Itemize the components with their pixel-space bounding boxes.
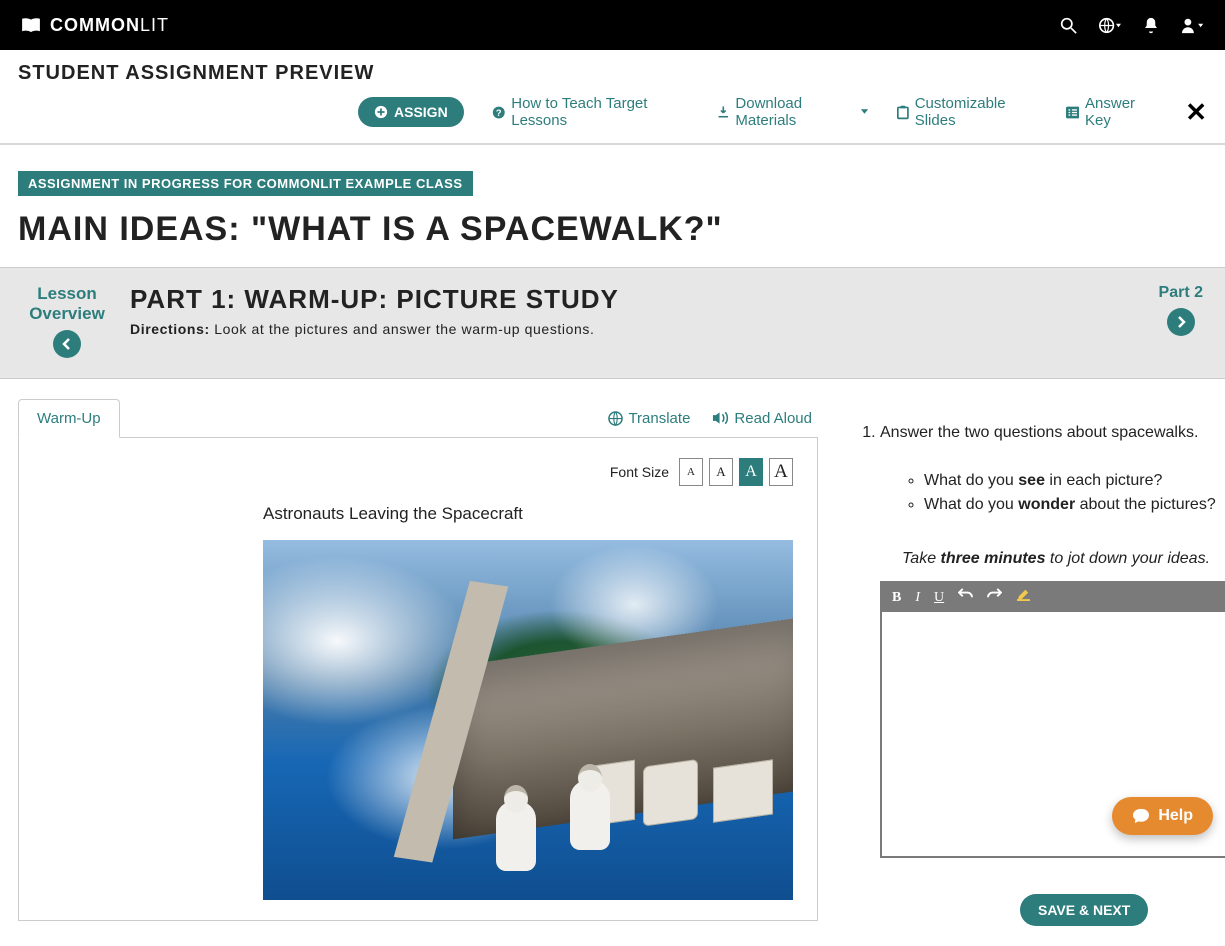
font-size-control: Font Size A A A A (43, 458, 793, 486)
assign-button[interactable]: ASSIGN (358, 97, 464, 127)
question-bullet: What do you wonder about the pictures? (924, 493, 1225, 517)
how-to-link[interactable]: ? How to Teach Target Lessons (492, 95, 689, 129)
highlight-button[interactable] (1016, 587, 1031, 608)
question-item: Answer the two questions about spacewalk… (880, 421, 1225, 926)
undo-icon (958, 587, 973, 600)
bell-icon[interactable] (1143, 17, 1159, 34)
italic-button[interactable]: I (915, 587, 920, 608)
tab-row: Warm-Up Translate Read Aloud (18, 399, 818, 438)
redo-icon (987, 587, 1002, 600)
redo-button[interactable] (987, 587, 1002, 608)
assignment-title: MAIN IDEAS: "WHAT IS A SPACEWALK?" (0, 206, 1225, 267)
svg-text:?: ? (496, 107, 502, 117)
content-area: Warm-Up Translate Read Aloud Font Size A… (0, 379, 1225, 946)
tab-warmup[interactable]: Warm-Up (18, 399, 120, 438)
reading-column: Warm-Up Translate Read Aloud Font Size A… (18, 379, 818, 926)
close-icon[interactable]: ✕ (1185, 97, 1207, 128)
question-column: Answer the two questions about spacewalk… (858, 379, 1225, 926)
globe-icon[interactable] (1099, 17, 1121, 34)
underline-button[interactable]: U (934, 587, 944, 608)
search-icon[interactable] (1060, 17, 1077, 34)
prev-circle-button[interactable] (53, 330, 81, 358)
chevron-left-icon (62, 338, 72, 350)
next-part-nav[interactable]: Part 2 (1159, 284, 1203, 336)
warmup-image (263, 540, 793, 900)
help-button[interactable]: Help (1112, 797, 1213, 835)
answer-key-link[interactable]: Answer Key (1066, 95, 1158, 129)
download-link[interactable]: Download Materials (717, 95, 869, 129)
top-bar: COMMONLIT (0, 0, 1225, 50)
save-next-button[interactable]: SAVE & NEXT (1020, 894, 1148, 926)
editor-toolbar: B I U (882, 583, 1225, 612)
help-label: Help (1158, 807, 1193, 825)
chat-icon (1132, 808, 1150, 824)
assign-label: ASSIGN (394, 104, 448, 120)
part-heading: PART 1: WARM-UP: PICTURE STUDY Direction… (112, 284, 1159, 337)
reading-tools: Translate Read Aloud (608, 410, 818, 427)
reading-pane: Font Size A A A A Astronauts Leaving the… (18, 438, 818, 921)
clipboard-icon (897, 105, 909, 120)
preview-title: STUDENT ASSIGNMENT PREVIEW (0, 50, 1225, 85)
download-icon (717, 105, 730, 119)
top-icon-group (1060, 17, 1205, 34)
question-bullet: What do you see in each picture? (924, 469, 1225, 493)
globe-icon (608, 411, 623, 426)
question-sublist: What do you see in each picture? What do… (880, 469, 1225, 517)
brand-logo[interactable]: COMMONLIT (20, 15, 169, 36)
user-menu-icon[interactable] (1181, 17, 1205, 34)
question-circle-icon: ? (492, 105, 506, 120)
font-size-label: Font Size (610, 464, 669, 480)
part-directions: Directions: Look at the pictures and ans… (130, 321, 1141, 337)
brand-text: COMMONLIT (50, 15, 169, 36)
font-size-lg[interactable]: A (769, 458, 793, 486)
progress-banner: ASSIGNMENT IN PROGRESS FOR COMMONLIT EXA… (18, 171, 1207, 196)
progress-badge: ASSIGNMENT IN PROGRESS FOR COMMONLIT EXA… (18, 171, 473, 196)
question-block: Answer the two questions about spacewalk… (858, 421, 1225, 926)
highlighter-icon (1016, 587, 1031, 601)
preview-toolbar: ASSIGN ? How to Teach Target Lessons Dow… (0, 85, 1225, 145)
question-list: Answer the two questions about spacewalk… (858, 421, 1225, 926)
part-title: PART 1: WARM-UP: PICTURE STUDY (130, 284, 1141, 315)
read-aloud-button[interactable]: Read Aloud (712, 410, 812, 427)
next-circle-button[interactable] (1167, 308, 1195, 336)
font-size-sm[interactable]: A (709, 458, 733, 486)
bold-button[interactable]: B (892, 587, 901, 608)
font-size-md[interactable]: A (739, 458, 763, 486)
lesson-overview-nav[interactable]: Lesson Overview (22, 284, 112, 358)
part-nav-bar: Lesson Overview PART 1: WARM-UP: PICTURE… (0, 267, 1225, 379)
plus-circle-icon (374, 105, 388, 119)
question-hint: Take three minutes to jot down your idea… (902, 547, 1225, 571)
slides-link[interactable]: Customizable Slides (897, 95, 1038, 129)
volume-icon (712, 411, 729, 425)
font-size-xs[interactable]: A (679, 458, 703, 486)
caret-down-icon (860, 108, 869, 116)
translate-button[interactable]: Translate (608, 410, 690, 427)
undo-button[interactable] (958, 587, 973, 608)
question-prompt: Answer the two questions about spacewalk… (880, 424, 1198, 441)
image-caption: Astronauts Leaving the Spacecraft (263, 504, 793, 524)
chevron-right-icon (1176, 316, 1186, 328)
book-open-icon (20, 17, 42, 33)
list-icon (1066, 106, 1080, 119)
